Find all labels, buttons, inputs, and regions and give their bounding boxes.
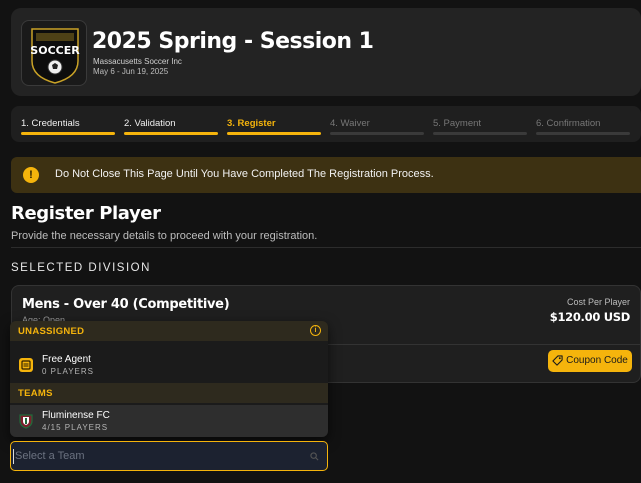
page-subtitle: Provide the necessary details to proceed…	[11, 230, 318, 242]
step-label: 2. Validation	[124, 118, 176, 129]
team-search-input[interactable]	[11, 442, 327, 470]
step-progress-bar	[21, 132, 115, 135]
group-header-unassigned: UNASSIGNED i	[10, 321, 328, 341]
step-progress-bar	[124, 132, 218, 135]
option-free-agent[interactable]: Free Agent 0 PLAYERS	[10, 349, 328, 381]
registration-stepper: 1. Credentials 2. Validation 3. Register…	[11, 106, 641, 142]
step-progress-bar	[536, 132, 630, 135]
text-cursor	[13, 449, 14, 464]
logo-text: SOCCER	[30, 44, 80, 57]
coupon-label: Coupon Code	[566, 355, 628, 366]
cost-value: $120.00 USD	[549, 310, 631, 324]
option-count: 0 PLAYERS	[42, 367, 94, 376]
event-header: SOCCER 2025 Spring - Session 1 Massacuse…	[11, 8, 641, 96]
step-confirmation: 6. Confirmation	[536, 118, 632, 135]
step-label: 1. Credentials	[21, 118, 80, 129]
step-label: 3. Register	[227, 118, 276, 129]
free-agent-icon	[19, 358, 33, 372]
team-crest-icon	[19, 414, 33, 429]
soccer-logo: SOCCER	[21, 20, 87, 86]
step-label: 4. Waiver	[330, 118, 370, 129]
divider	[11, 247, 641, 248]
division-name: Mens - Over 40 (Competitive)	[22, 297, 230, 312]
group-header-teams: TEAMS	[10, 383, 328, 403]
step-payment: 5. Payment	[433, 118, 529, 135]
step-waiver: 4. Waiver	[330, 118, 426, 135]
coupon-code-button[interactable]: Coupon Code	[548, 350, 632, 372]
group-label: UNASSIGNED	[18, 326, 85, 337]
step-register[interactable]: 3. Register	[227, 118, 323, 135]
warning-icon: !	[23, 167, 39, 183]
event-title: 2025 Spring - Session 1	[92, 29, 374, 54]
alert-text: Do Not Close This Page Until You Have Co…	[55, 168, 434, 180]
step-label: 5. Payment	[433, 118, 482, 129]
page-title: Register Player	[11, 203, 161, 224]
cost-label: Cost Per Player	[566, 297, 630, 307]
step-progress-bar	[227, 132, 321, 135]
step-progress-bar	[330, 132, 424, 135]
event-dates: May 6 - Jun 19, 2025	[93, 67, 169, 76]
step-progress-bar	[433, 132, 527, 135]
step-label: 6. Confirmation	[536, 118, 601, 129]
option-name: Fluminense FC	[42, 410, 110, 421]
search-icon	[310, 452, 319, 461]
info-icon[interactable]: i	[310, 325, 321, 336]
step-validation[interactable]: 2. Validation	[124, 118, 220, 135]
section-heading: SELECTED DIVISION	[11, 262, 151, 274]
team-select[interactable]	[10, 441, 328, 471]
step-credentials[interactable]: 1. Credentials	[21, 118, 117, 135]
warning-alert: ! Do Not Close This Page Until You Have …	[11, 157, 641, 193]
event-organization: Massacusetts Soccer Inc	[93, 57, 182, 66]
group-label: TEAMS	[18, 388, 53, 399]
option-team[interactable]: Fluminense FC 4/15 PLAYERS	[10, 405, 328, 437]
option-count: 4/15 PLAYERS	[42, 423, 109, 432]
team-dropdown-menu: UNASSIGNED i Free Agent 0 PLAYERS TEAMS …	[10, 321, 328, 437]
tag-icon	[552, 355, 563, 366]
option-name: Free Agent	[42, 354, 91, 365]
